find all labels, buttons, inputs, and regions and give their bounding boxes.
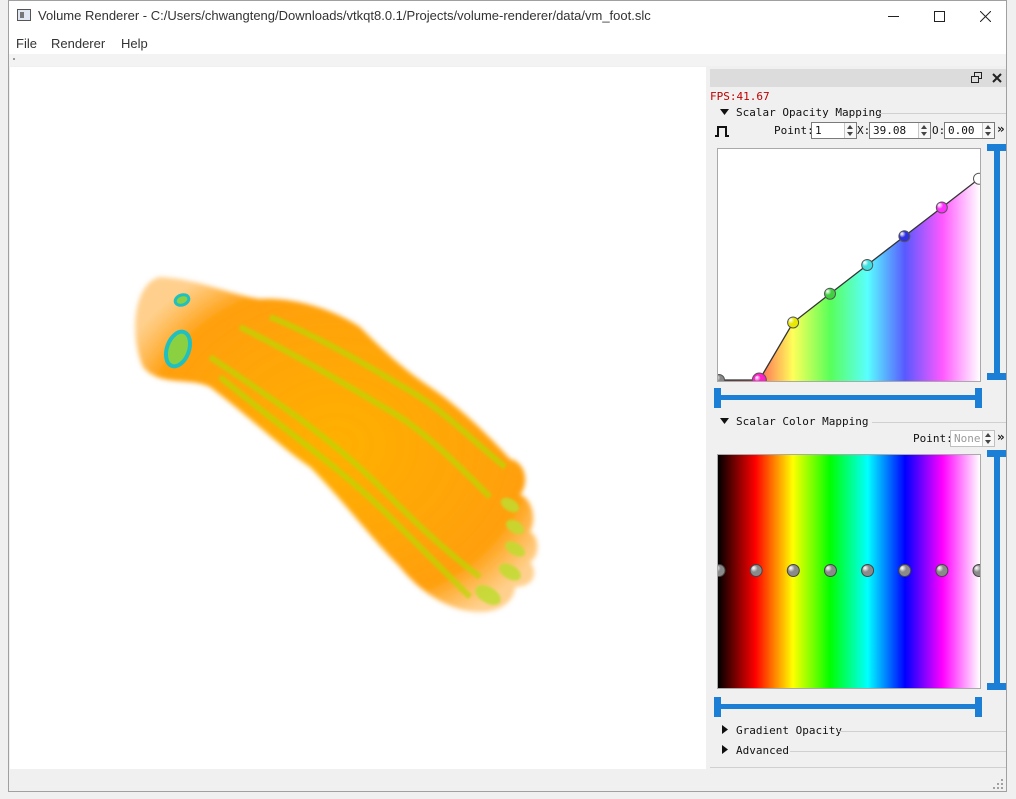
opacity-horizontal-range-slider[interactable]: [714, 388, 982, 408]
opacity-point-highlight: [788, 318, 795, 324]
opacity-point-highlight: [825, 289, 832, 296]
advanced-section-header[interactable]: Advanced: [710, 742, 1006, 760]
color-map-canvas[interactable]: [712, 455, 986, 688]
spin-arrows-icon[interactable]: [844, 123, 856, 138]
close-dock-icon[interactable]: [991, 72, 1003, 84]
color-vertical-range-slider[interactable]: [987, 450, 1006, 690]
fps-readout: FPS:41.67: [710, 90, 770, 103]
opacity-point-highlight: [862, 260, 869, 267]
opacity-point-label: Point:: [774, 124, 814, 137]
opacity-o-spinbox[interactable]: 0.00: [944, 122, 995, 139]
maximize-icon: [934, 11, 945, 22]
opacity-vertical-range-slider[interactable]: [987, 144, 1006, 380]
color-horizontal-range-slider[interactable]: [714, 697, 982, 717]
opacity-curve-canvas[interactable]: [713, 149, 985, 388]
opacity-x-spinbox[interactable]: 39.08: [869, 122, 931, 139]
expanded-arrow-icon: [720, 418, 729, 424]
slider-handle-top[interactable]: [987, 450, 1006, 457]
opacity-section-header[interactable]: Scalar Opacity Mapping: [710, 104, 1006, 122]
menu-help[interactable]: Help: [121, 36, 148, 51]
opacity-point-spinbox[interactable]: 1: [811, 122, 857, 139]
color-more-button[interactable]: »: [997, 430, 1005, 444]
title-bar[interactable]: Volume Renderer - C:/Users/chwangteng/Do…: [9, 1, 1006, 32]
maximize-button[interactable]: [916, 1, 962, 32]
opacity-point-highlight: [937, 203, 944, 209]
slider-handle-right[interactable]: [975, 697, 982, 717]
opacity-point-highlight: [899, 231, 906, 238]
opacity-transfer-function-chart[interactable]: [713, 148, 985, 388]
color-point-highlight: [825, 565, 833, 573]
color-transfer-function-chart[interactable]: [712, 454, 986, 689]
panel-divider: [710, 767, 1006, 768]
menu-bar: File Renderer Help: [9, 32, 1006, 54]
resize-grip-icon[interactable]: [993, 779, 1003, 789]
transfer-function-panel: FPS:41.67 Scalar Opacity Mapping Point: …: [710, 87, 1006, 770]
dock-title-bar[interactable]: [710, 69, 1006, 87]
float-dock-icon[interactable]: [971, 72, 983, 84]
minimize-icon: [888, 16, 899, 17]
menu-file[interactable]: File: [16, 36, 37, 51]
app-icon: [17, 9, 31, 21]
color-section-header[interactable]: Scalar Color Mapping: [710, 413, 1006, 431]
color-point-highlight: [937, 565, 944, 573]
menu-renderer[interactable]: Renderer: [51, 36, 105, 51]
color-point-highlight: [900, 565, 907, 573]
minimize-button[interactable]: [870, 1, 916, 32]
color-point-highlight: [788, 565, 795, 573]
gradient-opacity-section-header[interactable]: Gradient Opacity: [710, 722, 1006, 740]
slider-handle-top[interactable]: [987, 144, 1006, 151]
close-icon: [980, 11, 991, 22]
app-window: Volume Renderer - C:/Users/chwangteng/Do…: [8, 0, 1007, 792]
volume-rendered-foot: [135, 277, 538, 612]
slider-handle-bottom[interactable]: [987, 373, 1006, 380]
window-title: Volume Renderer - C:/Users/chwangteng/Do…: [38, 8, 651, 23]
collapsed-arrow-icon: [722, 745, 728, 754]
slider-handle-left[interactable]: [714, 388, 721, 408]
spin-arrows-icon[interactable]: [982, 431, 994, 446]
close-window-button[interactable]: [962, 1, 1006, 32]
color-point-spinbox[interactable]: None: [950, 430, 995, 447]
render-viewport[interactable]: [10, 67, 706, 769]
opacity-more-button[interactable]: »: [997, 122, 1005, 136]
step-function-icon[interactable]: [714, 125, 730, 137]
slider-handle-right[interactable]: [975, 388, 982, 408]
color-point-label: Point:: [913, 432, 953, 445]
slider-handle-bottom[interactable]: [987, 683, 1006, 690]
collapsed-arrow-icon: [722, 725, 728, 734]
expanded-arrow-icon: [720, 109, 729, 115]
slider-handle-left[interactable]: [714, 697, 721, 717]
color-point-highlight: [751, 565, 758, 573]
spin-arrows-icon[interactable]: [918, 123, 930, 138]
color-point-highlight: [862, 565, 870, 573]
spin-arrows-icon[interactable]: [982, 123, 994, 138]
toolbar-strip: [9, 54, 1006, 66]
status-bar: [9, 770, 1006, 791]
